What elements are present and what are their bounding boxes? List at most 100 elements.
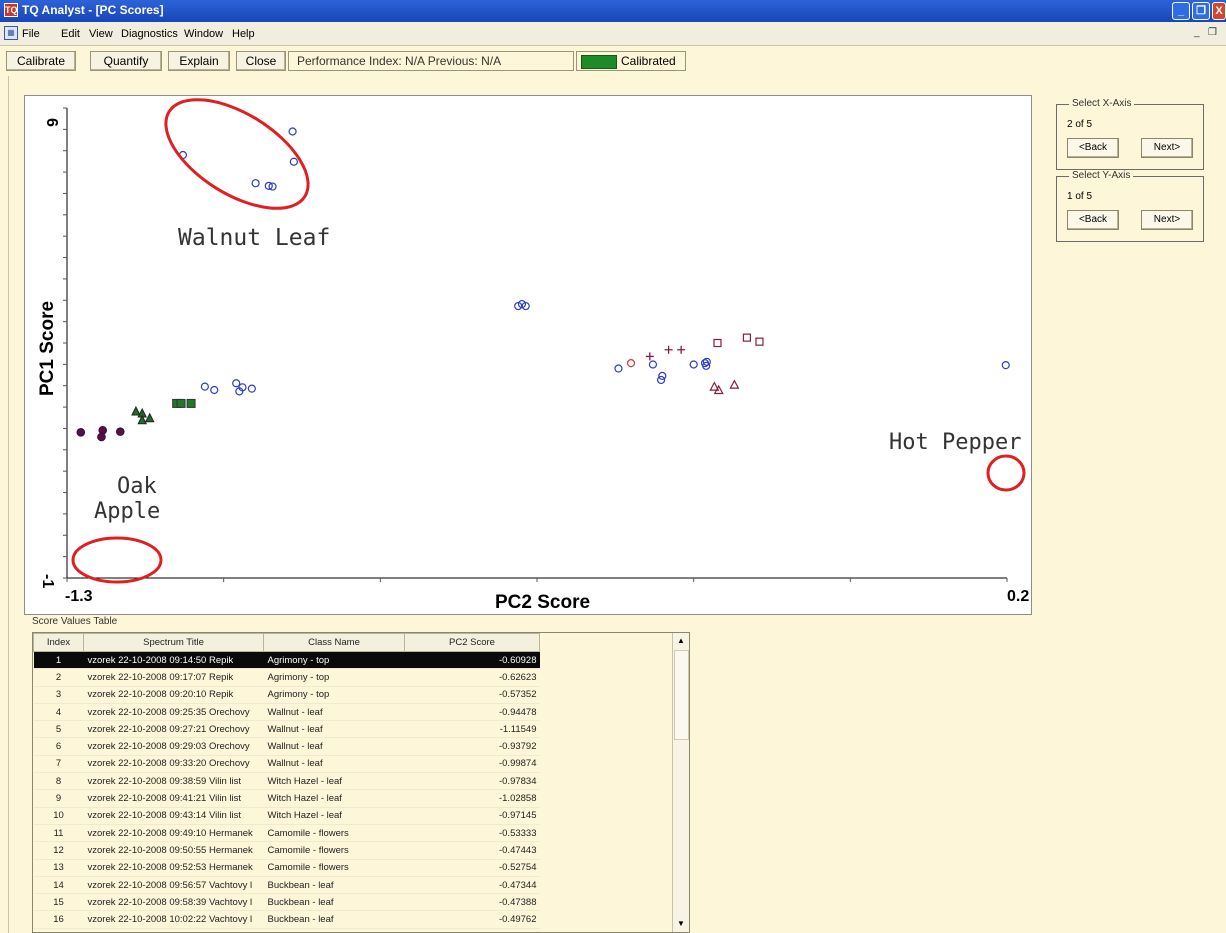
y-axis-label: PC1 Score <box>37 301 58 396</box>
table-row[interactable]: 13 vzorek 22-10-2008 09:52:53 Hermanek Cam… <box>33 859 540 877</box>
mdi-restore-button[interactable]: ❐ <box>1208 27 1217 38</box>
menu-view[interactable]: View <box>89 28 113 40</box>
table-row[interactable]: 5 vzorek 22-10-2008 09:27:21 Orechovy Wall… <box>33 720 540 739</box>
scatter-plot[interactable]: -1.3 0.2 6 -1 PC2 Score PC1 Score Walnut Leaf O… <box>25 96 1031 614</box>
table-row[interactable]: 15 vzorek 22-10-2008 09:58:39 Vachtovy lB… <box>33 893 540 912</box>
score-table-caption: Score Values Table <box>32 616 118 627</box>
cell-index: 11 <box>33 824 84 843</box>
scroll-down-icon[interactable]: ▼ <box>673 916 689 932</box>
x-axis-group: Select X-Axis 2 of 5 <Back Next> <box>1056 98 1204 170</box>
mdi-minimize-button[interactable]: _ <box>1194 27 1200 38</box>
data-point[interactable] <box>210 385 219 395</box>
minimize-button[interactable]: _ <box>1172 2 1190 20</box>
data-point[interactable] <box>251 179 260 188</box>
menu-edit[interactable]: Edit <box>61 28 80 40</box>
data-point[interactable] <box>614 364 623 373</box>
table-row[interactable]: 6 vzorek 22-10-2008 09:29:03 Orechovy Wall… <box>33 737 540 756</box>
x-axis-next-button[interactable]: Next> <box>1141 138 1193 158</box>
y-axis-next-button[interactable]: Next> <box>1141 210 1193 230</box>
table-row[interactable]: 8 vzorek 22-10-2008 09:38:59 Vilin list Wi… <box>33 772 540 791</box>
y-tick-label-min: -1 <box>39 574 56 588</box>
menu-file[interactable]: File <box>22 28 40 40</box>
document-icon[interactable]: ▦ <box>4 26 18 40</box>
cell-pc2-score: -0.47443 <box>404 841 540 860</box>
cell-class-name: Buckbean - leaf <box>263 876 405 895</box>
column-header-spectrum-title[interactable]: Spectrum Title <box>83 633 264 652</box>
y-axis-selector: Select Y-Axis 1 of 5 <Back Next> <box>1056 170 1204 300</box>
annotation-hot-pepper: Hot Pepper <box>889 430 1021 455</box>
data-point[interactable] <box>131 405 141 416</box>
cell-index: 15 <box>33 893 84 912</box>
close-button[interactable]: Close <box>236 51 286 71</box>
table-row[interactable]: 3 vzorek 22-10-2008 09:20:10 Repik Agrimon… <box>33 686 540 704</box>
walnut-leaf-highlight <box>164 98 310 210</box>
x-axis-back-button[interactable]: <Back <box>1067 138 1119 158</box>
data-point[interactable] <box>200 382 209 391</box>
column-header-index[interactable]: Index <box>33 633 84 652</box>
table-scrollbar[interactable]: ▲ ▼ <box>672 633 689 932</box>
cell-class-name: Agrimony - top <box>263 686 405 704</box>
data-point[interactable] <box>176 398 186 408</box>
scroll-thumb[interactable] <box>674 650 689 740</box>
data-point[interactable] <box>689 360 698 369</box>
cell-index: 10 <box>33 807 84 825</box>
data-point[interactable] <box>729 379 740 389</box>
data-point[interactable] <box>648 360 658 369</box>
cell-index: 2 <box>33 668 84 687</box>
cell-class-name: Witch Hazel - leaf <box>263 789 405 808</box>
cell-class-name: Wallnut - leaf <box>263 720 405 739</box>
table-row[interactable]: 11 vzorek 22-10-2008 09:49:10 Hermanek Cam… <box>33 824 540 843</box>
data-point[interactable] <box>247 384 256 393</box>
menu-diagnostics[interactable]: Diagnostics <box>121 28 178 40</box>
data-point[interactable] <box>289 157 298 166</box>
cell-spectrum-title: vzorek 22-10-2008 09:38:59 Vilin list <box>83 772 264 791</box>
app-logo-icon[interactable]: TQ <box>4 3 18 17</box>
data-point[interactable] <box>677 345 686 354</box>
pc-scores-chart[interactable]: -1.3 0.2 6 -1 PC2 Score PC1 Score Walnut Leaf O… <box>24 95 1032 615</box>
data-point[interactable] <box>144 412 155 423</box>
close-window-button[interactable]: X <box>1212 2 1226 20</box>
data-point[interactable] <box>97 432 106 442</box>
calibrate-button[interactable]: Calibrate <box>6 51 76 71</box>
table-row[interactable]: 12 vzorek 22-10-2008 09:50:55 Hermanek Cam… <box>33 841 540 860</box>
cell-pc2-score: -1.02858 <box>404 789 540 808</box>
menu-window[interactable]: Window <box>184 28 223 40</box>
explain-button[interactable]: Explain <box>168 51 230 71</box>
table-row[interactable]: 9 vzorek 22-10-2008 09:41:21 Vilin list Wi… <box>33 789 540 808</box>
x-axis-label: PC2 Score <box>495 592 590 613</box>
score-values-table[interactable]: Index Spectrum Title Class Name PC2 Scor… <box>32 632 690 933</box>
cell-pc2-score: -0.52754 <box>404 859 540 877</box>
cell-class-name: Wallnut - leaf <box>263 737 405 756</box>
data-point[interactable] <box>626 359 636 368</box>
column-header-pc2-score[interactable]: PC2 Score <box>404 633 540 652</box>
data-point[interactable] <box>115 427 125 436</box>
cell-class-name: Wallnut - leaf <box>263 755 405 774</box>
data-point[interactable] <box>656 375 666 385</box>
column-header-class-name[interactable]: Class Name <box>263 633 405 652</box>
table-row[interactable]: 4 vzorek 22-10-2008 09:25:35 Orechovy Wall… <box>33 703 540 722</box>
quantify-button[interactable]: Quantify <box>90 51 162 71</box>
data-point[interactable] <box>288 127 297 136</box>
scroll-up-icon[interactable]: ▲ <box>673 633 689 649</box>
data-point[interactable] <box>76 428 86 437</box>
cell-pc2-score: -0.49762 <box>404 910 540 929</box>
table-row[interactable]: 16 vzorek 22-10-2008 10:02:22 Vachtovy lB… <box>33 910 540 929</box>
menu-help[interactable]: Help <box>232 28 255 40</box>
table-row[interactable]: 14 vzorek 22-10-2008 09:56:57 Vachtovy lB… <box>33 876 540 895</box>
table-row[interactable]: 10 vzorek 22-10-2008 09:43:14 Vilin list W… <box>33 807 540 825</box>
data-point[interactable] <box>1001 361 1010 370</box>
table-row[interactable]: 1 vzorek 22-10-2008 09:14:50 Repik Agrimon… <box>33 651 540 670</box>
data-point[interactable] <box>713 338 722 348</box>
table-row[interactable]: 2 vzorek 22-10-2008 09:17:07 Repik Agrimon… <box>33 668 540 687</box>
y-axis-back-button[interactable]: <Back <box>1067 210 1119 230</box>
data-point[interactable] <box>664 345 673 354</box>
data-point[interactable] <box>186 398 196 408</box>
data-point[interactable] <box>742 333 752 342</box>
data-point[interactable] <box>755 337 764 346</box>
restore-button[interactable]: ❐ <box>1192 2 1210 20</box>
table-row[interactable]: 7 vzorek 22-10-2008 09:33:20 Orechovy Wall… <box>33 755 540 774</box>
data-point[interactable] <box>645 352 654 361</box>
cell-class-name: Buckbean - leaf <box>263 893 405 912</box>
data-point[interactable] <box>232 379 241 388</box>
cell-class-name: Camomile - flowers <box>263 859 405 877</box>
